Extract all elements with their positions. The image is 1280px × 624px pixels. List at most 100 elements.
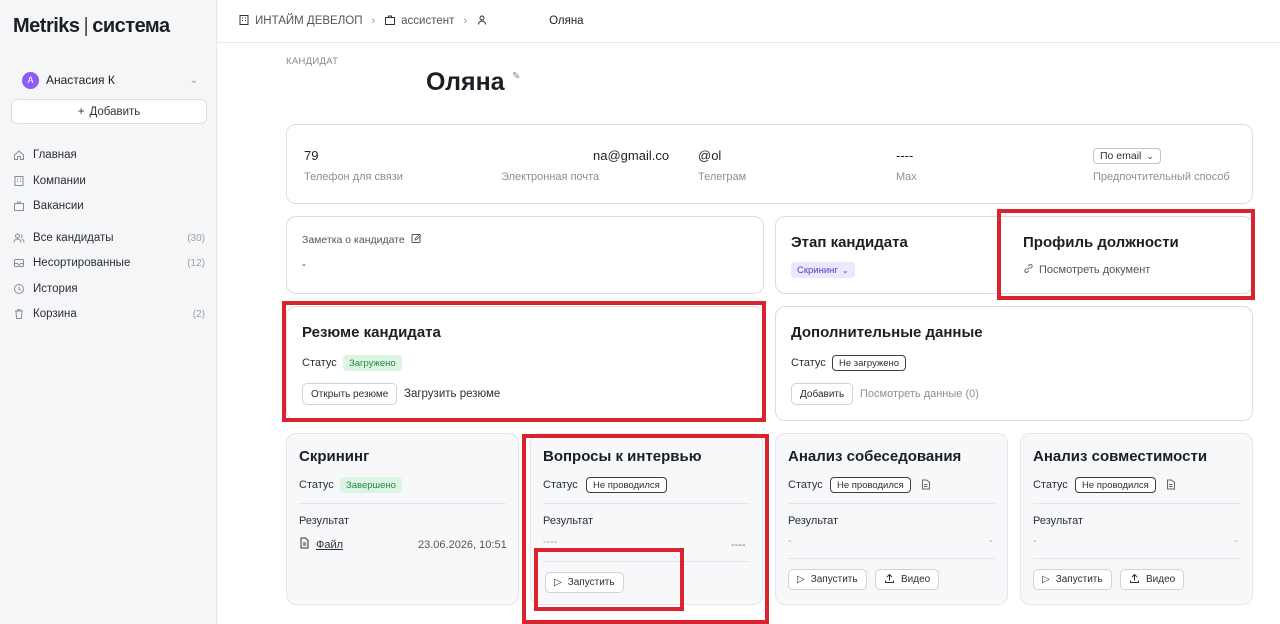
document-icon[interactable] xyxy=(921,479,931,493)
stage-title: Этап кандидата xyxy=(791,234,908,251)
max-value[interactable]: ---- xyxy=(896,148,913,163)
analysis-status-label: Статус xyxy=(788,479,823,491)
sidebar-item-count: (2) xyxy=(192,308,205,320)
screening-title: Скрининг xyxy=(299,448,370,465)
compat-status-label: Статус xyxy=(1033,479,1068,491)
contacts-card xyxy=(286,124,1253,204)
compat-result-label: Результат xyxy=(1033,515,1084,527)
note-title-label: Заметка о кандидате xyxy=(302,234,405,246)
sidebar-item-companies[interactable]: Компании xyxy=(13,173,205,189)
preferred-contact-value: По email xyxy=(1100,150,1142,162)
sidebar-item-count: (30) xyxy=(187,232,205,244)
note-card xyxy=(286,216,764,294)
breadcrumb-candidate-label: Оляна xyxy=(549,15,584,27)
chevron-right-icon: › xyxy=(371,15,376,27)
sidebar-item-label: Несортированные xyxy=(33,257,131,269)
app-logo[interactable]: Metriks | система xyxy=(13,15,170,38)
divider xyxy=(788,558,995,559)
file-icon xyxy=(299,537,310,552)
sidebar-item-history[interactable]: История xyxy=(13,281,205,297)
page-title: Оляна xyxy=(426,68,505,96)
phone-label: Телефон для связи xyxy=(304,171,403,183)
sidebar-item-home[interactable]: Главная xyxy=(13,147,205,163)
compat-result-right: - xyxy=(1234,535,1238,547)
compat-result-left: - xyxy=(1033,535,1037,547)
status-badge: Не загружено xyxy=(832,355,907,371)
stage-value: Скрининг xyxy=(797,264,838,276)
briefcase-icon xyxy=(13,200,25,212)
pencil-icon[interactable]: ✎ xyxy=(512,71,520,82)
building-icon xyxy=(238,14,250,29)
highlight-box-resume xyxy=(282,301,766,422)
sidebar-item-trash[interactable]: Корзина (2) xyxy=(13,306,205,322)
telegram-value[interactable]: @ol xyxy=(698,148,721,163)
add-button-label: Добавить xyxy=(89,105,141,118)
upload-icon xyxy=(1129,573,1140,587)
screening-status-label: Статус xyxy=(299,479,334,491)
run-button-label: Запустить xyxy=(810,574,858,585)
add-data-button[interactable]: Добавить xyxy=(791,383,854,405)
divider xyxy=(788,503,995,504)
view-data-button[interactable]: Посмотреть данные (0) xyxy=(860,388,979,400)
upload-video-button[interactable]: Видео xyxy=(1120,569,1185,590)
chevron-down-icon: ⌄ xyxy=(1146,150,1154,161)
sidebar-item-label: История xyxy=(33,283,78,295)
extra-title: Дополнительные данные xyxy=(791,324,983,341)
breadcrumb-company[interactable]: ИНТАЙМ ДЕВЕЛОП xyxy=(238,14,362,29)
logo-subtext: система xyxy=(92,15,170,37)
video-button-label: Видео xyxy=(1146,574,1176,585)
stage-select[interactable]: Скрининг ⌄ xyxy=(791,262,855,278)
document-icon[interactable] xyxy=(1166,479,1176,493)
sidebar-item-label: Вакансии xyxy=(33,200,84,212)
sidebar-item-unsorted[interactable]: Несортированные (12) xyxy=(13,255,205,271)
run-analysis-button[interactable]: ▷ Запустить xyxy=(788,569,867,590)
file-name: Файл xyxy=(316,538,344,551)
candidate-label: КАНДИДАТ xyxy=(286,56,339,67)
sidebar-item-vacancies[interactable]: Вакансии xyxy=(13,198,205,214)
breadcrumb-company-label: ИНТАЙМ ДЕВЕЛОП xyxy=(255,15,363,27)
logo-separator: | xyxy=(83,15,89,37)
history-icon xyxy=(13,283,25,295)
status-badge: Завершено xyxy=(340,477,402,493)
telegram-label: Телеграм xyxy=(698,171,747,183)
sidebar-item-all-candidates[interactable]: Все кандидаты (30) xyxy=(13,230,205,246)
analysis-result-right: - xyxy=(989,535,993,547)
screening-file-link[interactable]: Файл xyxy=(299,537,343,552)
compat-title: Анализ совместимости xyxy=(1033,448,1208,465)
upload-icon xyxy=(884,573,895,587)
run-button-label: Запустить xyxy=(1055,574,1103,585)
breadcrumb-vacancy-label: ассистент xyxy=(401,15,455,27)
divider xyxy=(1033,503,1240,504)
upload-video-button[interactable]: Видео xyxy=(875,569,940,590)
plus-icon: + xyxy=(77,105,85,118)
sidebar-item-label: Все кандидаты xyxy=(33,232,114,244)
screening-date: 23.06.2026, 10:51 xyxy=(418,539,507,551)
sidebar-item-label: Корзина xyxy=(33,308,77,320)
breadcrumb-vacancy[interactable]: ассистент xyxy=(384,14,454,29)
preferred-contact-select[interactable]: По email ⌄ xyxy=(1093,148,1161,164)
screening-result-label: Результат xyxy=(299,515,350,527)
users-icon xyxy=(13,232,25,244)
user-menu[interactable]: А Анастасия К ⌄ xyxy=(22,70,198,90)
logo-text: Metriks xyxy=(13,15,80,37)
trash-icon xyxy=(13,308,25,320)
preferred-contact-label: Предпочтительный способ xyxy=(1093,171,1230,183)
analysis-result-label: Результат xyxy=(788,515,839,527)
email-value[interactable]: na@gmail.co xyxy=(593,148,669,163)
highlight-box-profile xyxy=(997,209,1255,300)
analysis-title: Анализ собеседования xyxy=(788,448,962,465)
edit-icon[interactable] xyxy=(411,233,422,247)
highlight-box-run xyxy=(534,548,684,611)
breadcrumb: ИНТАЙМ ДЕВЕЛОП › ассистент › Оляна xyxy=(217,0,1280,43)
run-compat-button[interactable]: ▷ Запустить xyxy=(1033,569,1112,590)
divider xyxy=(299,503,506,504)
building-icon xyxy=(13,175,25,187)
home-icon xyxy=(13,149,25,161)
add-button[interactable]: + Добавить xyxy=(11,99,207,124)
play-icon: ▷ xyxy=(1042,574,1050,585)
user-icon xyxy=(476,14,488,29)
phone-value[interactable]: 79 xyxy=(304,148,318,163)
avatar: А xyxy=(22,71,39,89)
note-value[interactable]: - xyxy=(302,259,306,271)
video-button-label: Видео xyxy=(901,574,931,585)
